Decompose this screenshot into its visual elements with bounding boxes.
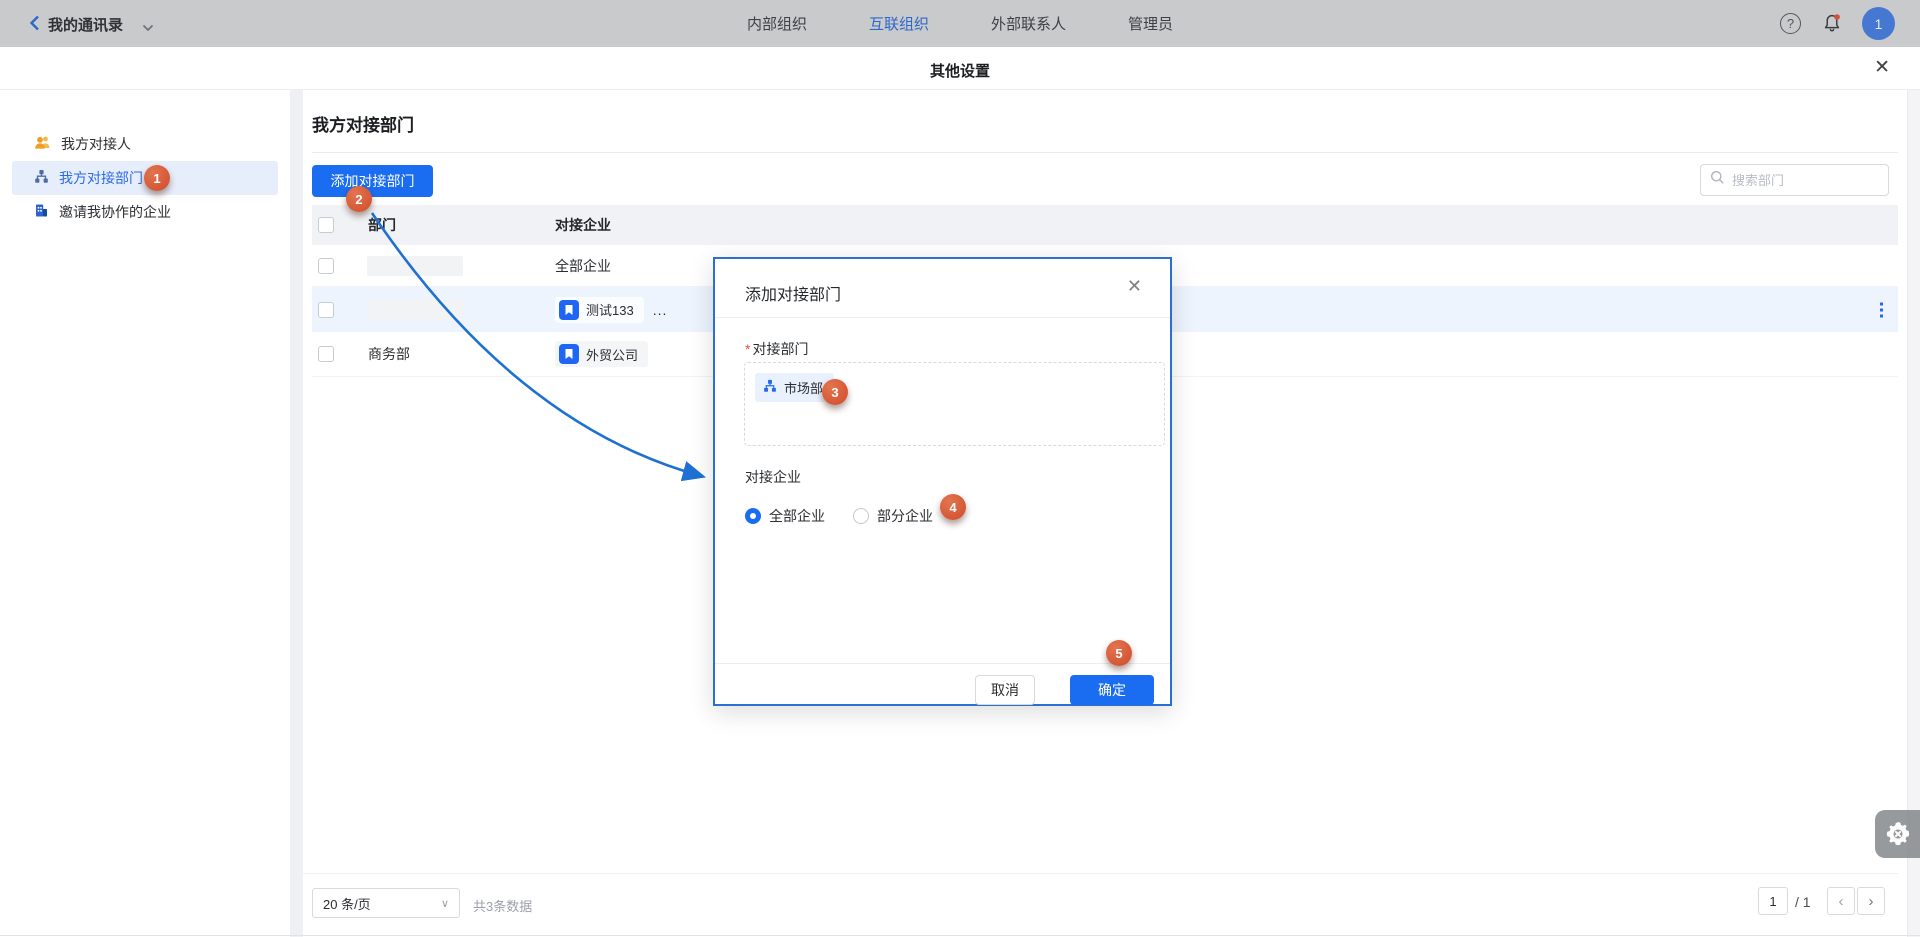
column-header-dept: 部门 [368, 215, 396, 235]
radio-unselected-icon[interactable] [853, 508, 869, 524]
sidebar-item-label: 我方对接人 [61, 134, 131, 154]
tab-external-contacts[interactable]: 外部联系人 [991, 13, 1066, 34]
radio-all-companies[interactable]: 全部企业 [745, 506, 825, 526]
dept-cell: 商务部 [368, 344, 410, 364]
prev-page-button[interactable]: ‹ [1827, 887, 1855, 915]
settings-close-icon[interactable]: ✕ [1874, 58, 1890, 77]
sidebar: 我方对接人 我方对接部门 邀请我 [0, 90, 290, 937]
total-count-text: 共3条数据 [473, 896, 532, 915]
partner-cell: 测试133 ... [555, 297, 667, 323]
bookmark-icon [559, 344, 579, 364]
divider [303, 873, 1898, 874]
settings-modal-header: 其他设置 ✕ [0, 47, 1920, 90]
top-app-bar: 我的通讯录 内部组织 互联组织 外部联系人 管理员 ? 1 [0, 0, 1920, 47]
back-icon[interactable] [26, 14, 44, 32]
radio-selected-icon[interactable] [745, 508, 761, 524]
divider [715, 317, 1170, 318]
step-badge-1: 1 [144, 165, 170, 191]
settings-modal-title: 其他设置 [0, 60, 1920, 81]
step-badge-2: 2 [346, 186, 372, 212]
settings-gear-icon[interactable] [1875, 810, 1920, 858]
divider [0, 935, 1920, 936]
add-department-button[interactable]: 添加对接部门 [312, 165, 433, 197]
people-icon [34, 135, 51, 153]
select-all-checkbox[interactable] [318, 217, 334, 233]
row-checkbox[interactable] [318, 258, 334, 274]
radio-partial-companies[interactable]: 部分企业 [853, 506, 933, 526]
dialog-close-icon[interactable]: ✕ [1127, 277, 1142, 295]
step-badge-3: 3 [822, 379, 848, 405]
row-checkbox[interactable] [318, 302, 334, 318]
divider [312, 152, 1898, 153]
dept-picker-area[interactable]: 市场部 [744, 362, 1165, 446]
confirm-button[interactable]: 确定 [1070, 675, 1154, 705]
panel-divider [290, 90, 303, 937]
chevron-down-icon: ∨ [441, 897, 449, 910]
notification-bell-icon[interactable] [1821, 12, 1843, 34]
next-page-button[interactable]: › [1857, 887, 1885, 915]
org-chart-icon [763, 379, 777, 396]
avatar[interactable]: 1 [1862, 7, 1895, 40]
company-tag: 测试133 [555, 297, 644, 323]
add-department-dialog: 添加对接部门 ✕ *对接部门 市场部 对接企业 [713, 257, 1172, 706]
help-icon[interactable]: ? [1780, 13, 1801, 34]
search-input[interactable] [1732, 173, 1872, 188]
step-badge-5: 5 [1106, 640, 1132, 666]
tab-connected-org[interactable]: 互联组织 [869, 13, 929, 34]
app-title[interactable]: 我的通讯录 [48, 14, 123, 35]
sidebar-item-our-contacts[interactable]: 我方对接人 [12, 127, 278, 161]
row-actions-menu-icon[interactable] [1877, 299, 1886, 320]
tab-internal-org[interactable]: 内部组织 [747, 13, 807, 34]
bookmark-icon [559, 300, 579, 320]
dialog-title: 添加对接部门 [745, 281, 841, 305]
partner-cell: 外贸公司 [555, 341, 648, 367]
search-icon [1710, 170, 1725, 190]
page-number-input[interactable] [1758, 887, 1788, 915]
search-box[interactable] [1700, 164, 1889, 196]
partner-field-label: 对接企业 [745, 467, 801, 487]
sidebar-item-label: 我方对接部门 [59, 168, 143, 188]
page-total-text: / 1 [1795, 894, 1811, 910]
redacted-dept-placeholder [367, 256, 463, 276]
title-chevron-down-icon[interactable] [142, 19, 154, 37]
tab-admin[interactable]: 管理员 [1128, 13, 1173, 34]
dept-field-label: *对接部门 [745, 339, 808, 359]
org-chart-icon [34, 169, 49, 187]
column-header-partner: 对接企业 [555, 215, 611, 235]
partner-cell: 全部企业 [555, 256, 611, 276]
cancel-button[interactable]: 取消 [975, 675, 1035, 705]
row-checkbox[interactable] [318, 346, 334, 362]
more-companies-ellipsis: ... [653, 302, 668, 318]
page-title: 我方对接部门 [312, 111, 414, 136]
top-tabs: 内部组织 互联组织 外部联系人 管理员 [747, 0, 1173, 47]
building-icon [34, 203, 49, 221]
sidebar-item-invited-companies[interactable]: 邀请我协作的企业 [12, 195, 278, 229]
screen: 我的通讯录 内部组织 互联组织 外部联系人 管理员 ? 1 其他设置 ✕ [0, 0, 1920, 937]
table-header: 部门 对接企业 [312, 205, 1898, 245]
partner-radio-group: 全部企业 部分企业 [745, 506, 933, 526]
page-size-select[interactable]: 20 条/页 ∨ [312, 888, 460, 918]
step-badge-4: 4 [940, 494, 966, 520]
sidebar-item-label: 邀请我协作的企业 [59, 202, 171, 222]
redacted-dept-placeholder [367, 300, 463, 320]
divider [715, 663, 1170, 664]
required-mark: * [745, 341, 750, 357]
company-tag: 外贸公司 [555, 341, 648, 367]
